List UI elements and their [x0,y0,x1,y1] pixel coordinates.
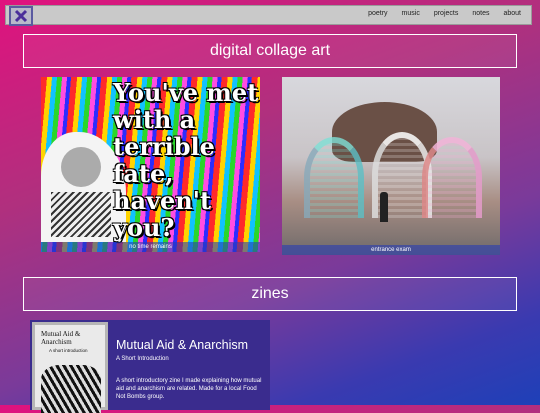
collage-caption: no time remains [41,242,260,252]
zine-description: A short introductory zine I made explain… [116,378,262,400]
section-header-collage: digital collage art [23,34,517,68]
collage-arch-image [422,137,482,218]
collage-arch-image [304,137,364,218]
nav-link-about[interactable]: about [503,10,521,17]
zine-cover-subtitle: A short introduction [49,348,88,353]
collage-person-image [380,192,388,222]
zine-card[interactable]: Mutual Aid & Anarchism A short introduct… [30,320,270,413]
zine-cover-image[interactable]: Mutual Aid & Anarchism A short introduct… [32,322,108,413]
close-x-icon [14,9,28,23]
nav-link-music[interactable]: music [402,10,420,17]
collage-caption: entrance exam [282,245,500,255]
nav-link-notes[interactable]: notes [472,10,489,17]
zine-title[interactable]: Mutual Aid & Anarchism [116,338,248,352]
nav-link-projects[interactable]: projects [434,10,459,17]
top-navbar: poetry music projects notes about [5,5,532,26]
zine-cover-art [41,365,101,413]
collage-card-no-time-remains[interactable]: You've met with a terrible fate, haven't… [41,77,260,252]
collage-overlay-text: You've met with a terrible fate, haven't… [113,78,259,242]
home-logo-button[interactable] [9,6,33,26]
zine-cover-title: Mutual Aid & Anarchism [41,330,81,346]
nav-links: poetry music projects notes about [354,10,521,17]
nav-link-poetry[interactable]: poetry [368,10,387,17]
collage-card-entrance-exam[interactable]: entrance exam [282,77,500,255]
zine-subtitle: A Short Introduction [116,356,169,362]
section-header-zines: zines [23,277,517,311]
